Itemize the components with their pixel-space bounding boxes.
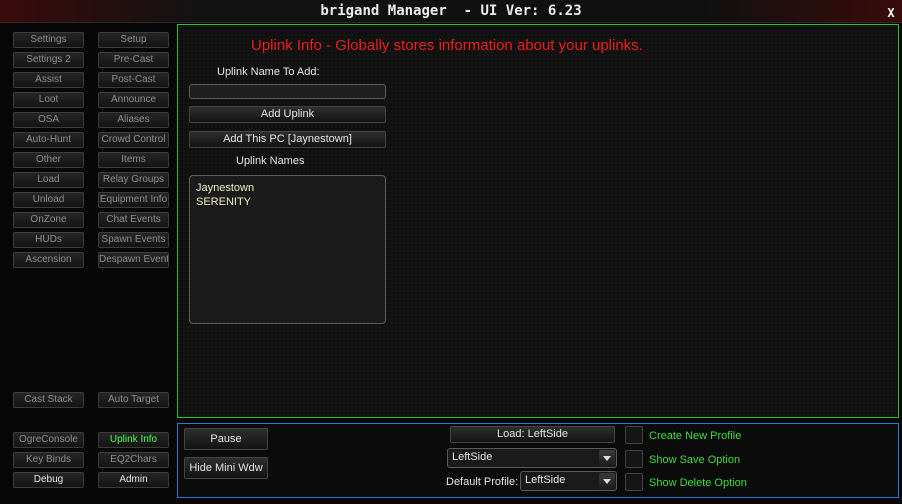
auto-target-button[interactable]: Auto Target — [98, 392, 169, 408]
cast-stack-button[interactable]: Cast Stack — [13, 392, 84, 408]
nav-setup-button[interactable]: Setup — [98, 32, 169, 48]
show-delete-option-checkbox[interactable] — [625, 473, 643, 491]
profile-select[interactable]: LeftSide — [447, 448, 617, 468]
nav-announce-button[interactable]: Announce — [98, 92, 169, 108]
hide-mini-window-button[interactable]: Hide Mini Wdw — [184, 457, 268, 479]
show-save-option-label[interactable]: Show Save Option — [649, 454, 740, 466]
nav-items-button[interactable]: Items — [98, 152, 169, 168]
nav-auto-hunt-button[interactable]: Auto-Hunt — [13, 132, 84, 148]
ogre-console-button[interactable]: OgreConsole — [13, 432, 84, 448]
uplink-names-list[interactable]: Jaynestown SERENITY — [189, 175, 386, 324]
nav-equipment-info-button[interactable]: Equipment Info — [98, 192, 169, 208]
add-this-pc-button[interactable]: Add This PC [Jaynestown] — [189, 131, 386, 148]
nav-despawn-event-button[interactable]: Despawn Event — [98, 252, 169, 268]
nav-ascension-button[interactable]: Ascension — [13, 252, 84, 268]
uplink-names-label: Uplink Names — [236, 155, 305, 167]
uplink-name-label: Uplink Name To Add: — [217, 66, 320, 78]
default-profile-label: Default Profile: — [446, 476, 519, 488]
nav-relay-groups-button[interactable]: Relay Groups — [98, 172, 169, 188]
nav-spawn-events-button[interactable]: Spawn Events — [98, 232, 169, 248]
nav-post-cast-button[interactable]: Post-Cast — [98, 72, 169, 88]
admin-button[interactable]: Admin — [98, 472, 169, 488]
uplink-info-panel: Uplink Info - Globally stores informatio… — [177, 24, 899, 418]
create-new-profile-label[interactable]: Create New Profile — [649, 430, 741, 442]
add-uplink-button[interactable]: Add Uplink — [189, 106, 386, 123]
uplink-name-input[interactable] — [189, 84, 386, 99]
default-profile-value: LeftSide — [525, 474, 566, 486]
nav-osa-button[interactable]: OSA — [13, 112, 84, 128]
uplink-info-button[interactable]: Uplink Info — [98, 432, 169, 448]
key-binds-button[interactable]: Key Binds — [13, 452, 84, 468]
load-profile-button[interactable]: Load: LeftSide — [450, 426, 615, 443]
nav-loot-button[interactable]: Loot — [13, 92, 84, 108]
nav-huds-button[interactable]: HUDs — [13, 232, 84, 248]
create-new-profile-checkbox[interactable] — [625, 426, 643, 444]
profile-select-value: LeftSide — [452, 451, 493, 463]
show-save-option-checkbox[interactable] — [625, 450, 643, 468]
pause-button[interactable]: Pause — [184, 428, 268, 450]
dropdown-arrow-icon — [599, 473, 615, 489]
window-title: brigand Manager - UI Ver: 6.23 — [320, 3, 582, 19]
nav-pre-cast-button[interactable]: Pre-Cast — [98, 52, 169, 68]
default-profile-select[interactable]: LeftSide — [520, 471, 617, 491]
nav-other-button[interactable]: Other — [13, 152, 84, 168]
dropdown-arrow-icon — [599, 450, 615, 466]
nav-settings-button[interactable]: Settings — [13, 32, 84, 48]
nav-settings-2-button[interactable]: Settings 2 — [13, 52, 84, 68]
list-item[interactable]: SERENITY — [196, 195, 379, 209]
nav-crowd-control-button[interactable]: Crowd Control — [98, 132, 169, 148]
nav-chat-events-button[interactable]: Chat Events — [98, 212, 169, 228]
list-item[interactable]: Jaynestown — [196, 181, 379, 195]
nav-aliases-button[interactable]: Aliases — [98, 112, 169, 128]
nav-onzone-button[interactable]: OnZone — [13, 212, 84, 228]
title-bar: brigand Manager - UI Ver: 6.23 X — [0, 0, 902, 23]
debug-button[interactable]: Debug — [13, 472, 84, 488]
profile-panel: Pause Hide Mini Wdw Load: LeftSide LeftS… — [177, 423, 899, 498]
nav-assist-button[interactable]: Assist — [13, 72, 84, 88]
nav-unload-button[interactable]: Unload — [13, 192, 84, 208]
panel-title: Uplink Info - Globally stores informatio… — [251, 37, 643, 54]
eq2chars-button[interactable]: EQ2Chars — [98, 452, 169, 468]
nav-load-button[interactable]: Load — [13, 172, 84, 188]
show-delete-option-label[interactable]: Show Delete Option — [649, 477, 747, 489]
close-button[interactable]: X — [884, 6, 898, 20]
